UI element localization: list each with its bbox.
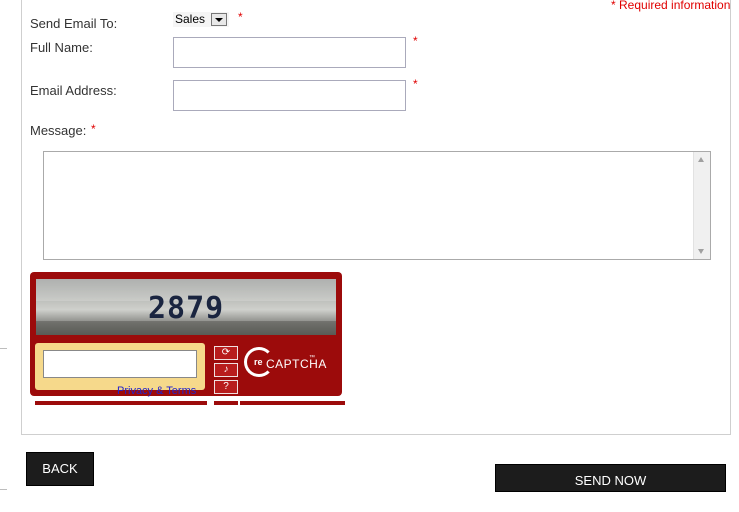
textarea-scrollbar[interactable] (693, 152, 710, 259)
help-icon[interactable]: ? (214, 380, 238, 394)
recaptcha-logo-text: CAPTCHA (266, 357, 327, 371)
recaptcha-bottom-bar (35, 401, 207, 405)
captcha-answer-input[interactable] (43, 350, 197, 378)
scroll-down-icon[interactable] (698, 249, 704, 254)
refresh-icon[interactable]: ⟳ (214, 346, 238, 360)
recaptcha-bottom-bar (240, 401, 345, 405)
back-button[interactable]: BACK (26, 452, 94, 486)
message-label: Message: (30, 123, 87, 138)
full-name-label: Full Name: (30, 40, 93, 55)
required-marker: * (91, 122, 96, 136)
required-info-note: * Required information (611, 0, 731, 12)
send-email-to-label: Send Email To: (30, 16, 118, 31)
privacy-terms-link[interactable]: Privacy & Terms (117, 385, 196, 397)
captcha-challenge-text: 2879 (148, 291, 225, 326)
scroll-up-icon[interactable] (698, 157, 704, 162)
send-now-button[interactable]: SEND NOW (495, 464, 726, 492)
send-email-to-value: Sales (175, 12, 206, 26)
required-marker: * (413, 34, 418, 48)
recaptcha-widget: 2879 Privacy & Terms ⟳ ♪ ? re CAPTCHA ™ (30, 272, 342, 397)
captcha-answer-box (35, 343, 205, 390)
chevron-down-icon[interactable] (211, 13, 227, 26)
required-marker: * (413, 77, 418, 91)
recaptcha-logo-tm: ™ (309, 355, 315, 361)
required-marker: * (238, 10, 243, 24)
recaptcha-logo-prefix: re (254, 357, 263, 367)
email-address-field[interactable] (173, 80, 406, 111)
recaptcha-bottom-bar (214, 401, 238, 405)
left-edge-tick (0, 489, 7, 490)
audio-icon[interactable]: ♪ (214, 363, 238, 377)
left-edge-tick (0, 348, 7, 349)
email-address-label: Email Address: (30, 83, 117, 98)
message-textarea[interactable] (43, 151, 711, 260)
send-email-to-select[interactable]: Sales (173, 12, 229, 27)
captcha-image: 2879 (36, 279, 336, 335)
full-name-field[interactable] (173, 37, 406, 68)
